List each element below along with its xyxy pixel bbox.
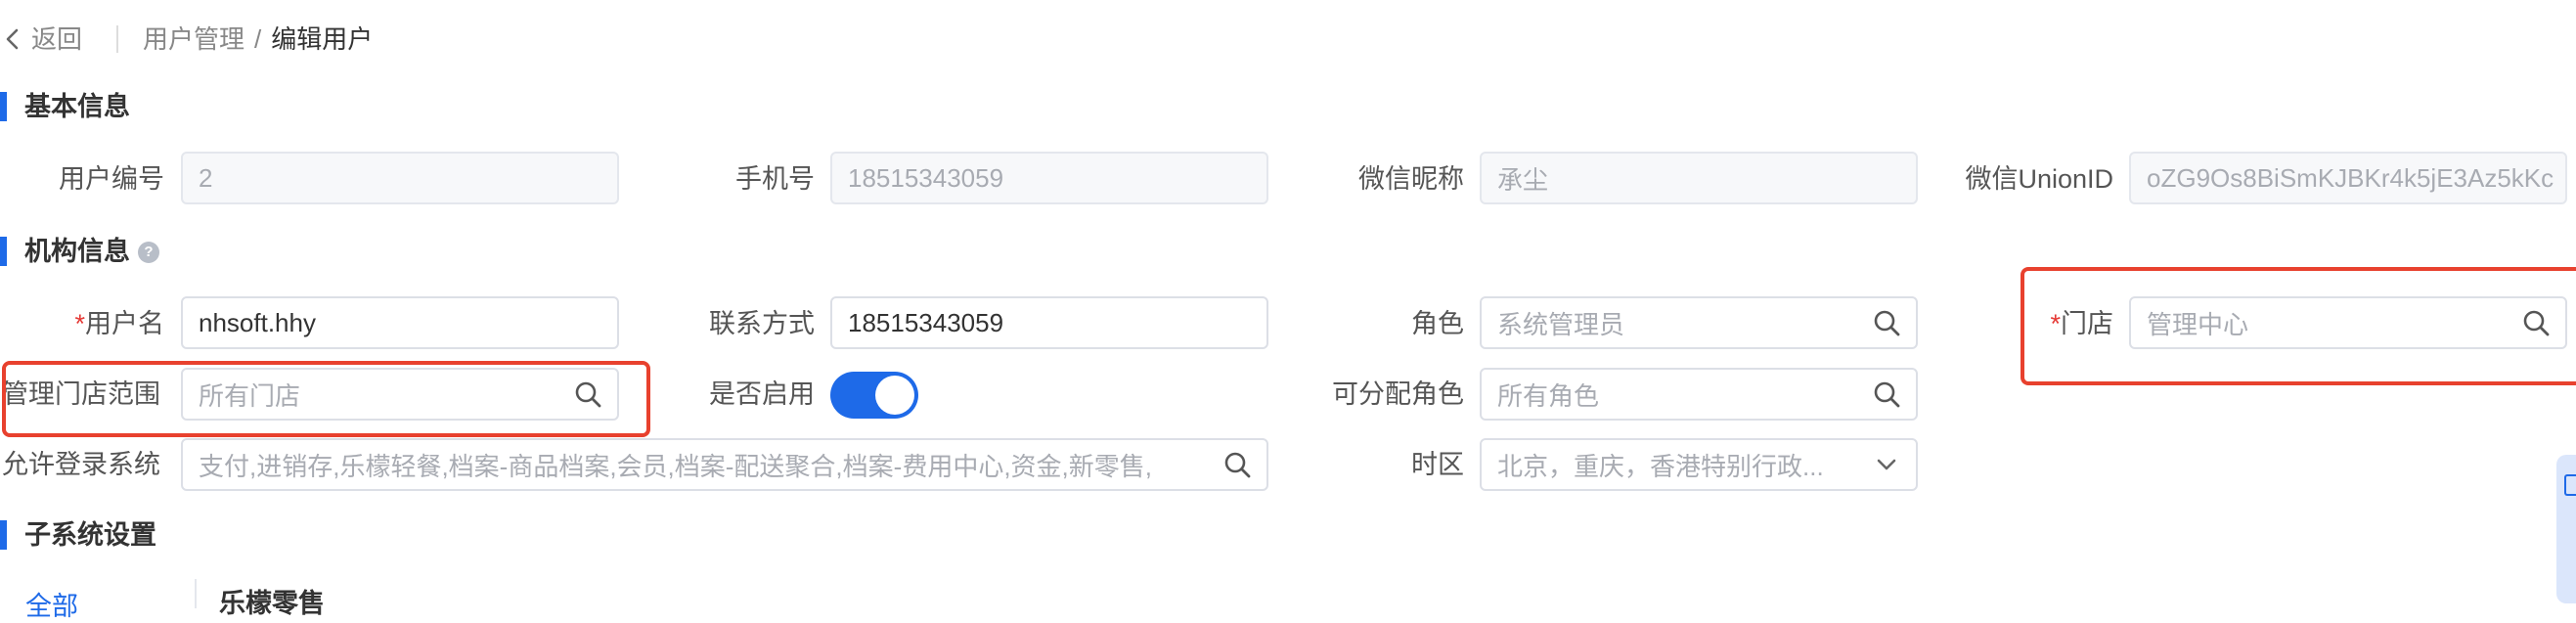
label-username: *用户名 bbox=[74, 307, 164, 340]
label-enabled: 是否启用 bbox=[709, 379, 815, 409]
wechat-nick-value: 承尘 bbox=[1497, 164, 1549, 195]
help-icon[interactable]: ? bbox=[138, 242, 159, 263]
timezone-value: 北京，重庆，香港特别行政... bbox=[1497, 451, 1824, 481]
back-label: 返回 bbox=[31, 24, 83, 54]
section-bar bbox=[0, 92, 7, 121]
section-title-org: 机构信息 bbox=[24, 237, 130, 266]
contact-value: 18515343059 bbox=[848, 307, 1004, 337]
label-role: 角色 bbox=[1411, 309, 1464, 338]
header-divider bbox=[116, 25, 118, 53]
highlight-store-scope bbox=[2, 361, 650, 437]
required-mark: * bbox=[74, 309, 85, 338]
username-field[interactable]: nhsoft.hhy bbox=[181, 296, 619, 349]
wechat-unionid-value: oZG9Os8BiSmKJBKr4k5jE3Az5kKc bbox=[2147, 162, 2554, 193]
search-icon[interactable] bbox=[1865, 373, 1908, 416]
label-assignable-roles: 可分配角色 bbox=[1332, 379, 1464, 409]
section-title-basic: 基本信息 bbox=[24, 92, 130, 121]
assignable-roles-placeholder: 所有角色 bbox=[1497, 380, 1600, 411]
label-phone: 手机号 bbox=[735, 164, 815, 194]
chevron-down-icon[interactable] bbox=[1865, 443, 1908, 486]
chevron-left-icon bbox=[4, 27, 22, 51]
username-value: nhsoft.hhy bbox=[199, 307, 316, 337]
side-tab-icon bbox=[2564, 474, 2576, 496]
wechat-unionid-field[interactable]: oZG9Os8BiSmKJBKr4k5jE3Az5kKc bbox=[2129, 152, 2567, 204]
timezone-select[interactable]: 北京，重庆，香港特别行政... bbox=[1480, 438, 1918, 491]
breadcrumb-separator: / bbox=[254, 24, 262, 54]
section-title-subsystem: 子系统设置 bbox=[24, 520, 156, 550]
label-wechat-nick: 微信昵称 bbox=[1358, 164, 1464, 194]
back-button[interactable]: 返回 bbox=[4, 22, 82, 56]
label-user-no: 用户编号 bbox=[59, 164, 164, 194]
label-wechat-unionid: 微信UnionID bbox=[1965, 164, 2113, 194]
user-no-value: 2 bbox=[199, 162, 213, 193]
label-contact: 联系方式 bbox=[709, 309, 815, 338]
wechat-nick-field[interactable]: 承尘 bbox=[1480, 152, 1918, 204]
label-login-systems: 允许登录系统 bbox=[2, 450, 160, 479]
label-timezone: 时区 bbox=[1411, 450, 1464, 479]
subsystem-title: 乐檬零售 bbox=[219, 589, 325, 618]
label-username-text: 用户名 bbox=[85, 309, 164, 338]
side-tab[interactable] bbox=[2556, 455, 2576, 603]
login-systems-selector[interactable]: 支付,进销存,乐檬轻餐,档案-商品档案,会员,档案-配送聚合,档案-费用中心,资… bbox=[181, 438, 1268, 491]
breadcrumb-current: 编辑用户 bbox=[271, 24, 374, 54]
subsystem-tab-all[interactable]: 全部 bbox=[25, 590, 78, 623]
contact-field[interactable]: 18515343059 bbox=[830, 296, 1268, 349]
breadcrumb-user-management[interactable]: 用户管理 bbox=[143, 22, 244, 56]
toggle-knob bbox=[875, 376, 914, 415]
role-selector[interactable]: 系统管理员 bbox=[1480, 296, 1918, 349]
user-no-field[interactable]: 2 bbox=[181, 152, 619, 204]
login-systems-value: 支付,进销存,乐檬轻餐,档案-商品档案,会员,档案-配送聚合,档案-费用中心,资… bbox=[199, 451, 1152, 481]
section-bar bbox=[0, 520, 7, 550]
section-bar bbox=[0, 237, 7, 266]
highlight-store bbox=[2021, 267, 2576, 385]
phone-field[interactable]: 18515343059 bbox=[830, 152, 1268, 204]
phone-value: 18515343059 bbox=[848, 162, 1004, 193]
enabled-toggle[interactable] bbox=[830, 372, 918, 419]
role-placeholder: 系统管理员 bbox=[1497, 309, 1625, 339]
assignable-roles-selector[interactable]: 所有角色 bbox=[1480, 368, 1918, 421]
search-icon[interactable] bbox=[1865, 301, 1908, 344]
breadcrumb: 用户管理 / 编辑用户 bbox=[143, 22, 373, 56]
subsystem-divider bbox=[195, 579, 197, 608]
search-icon[interactable] bbox=[1216, 443, 1259, 486]
